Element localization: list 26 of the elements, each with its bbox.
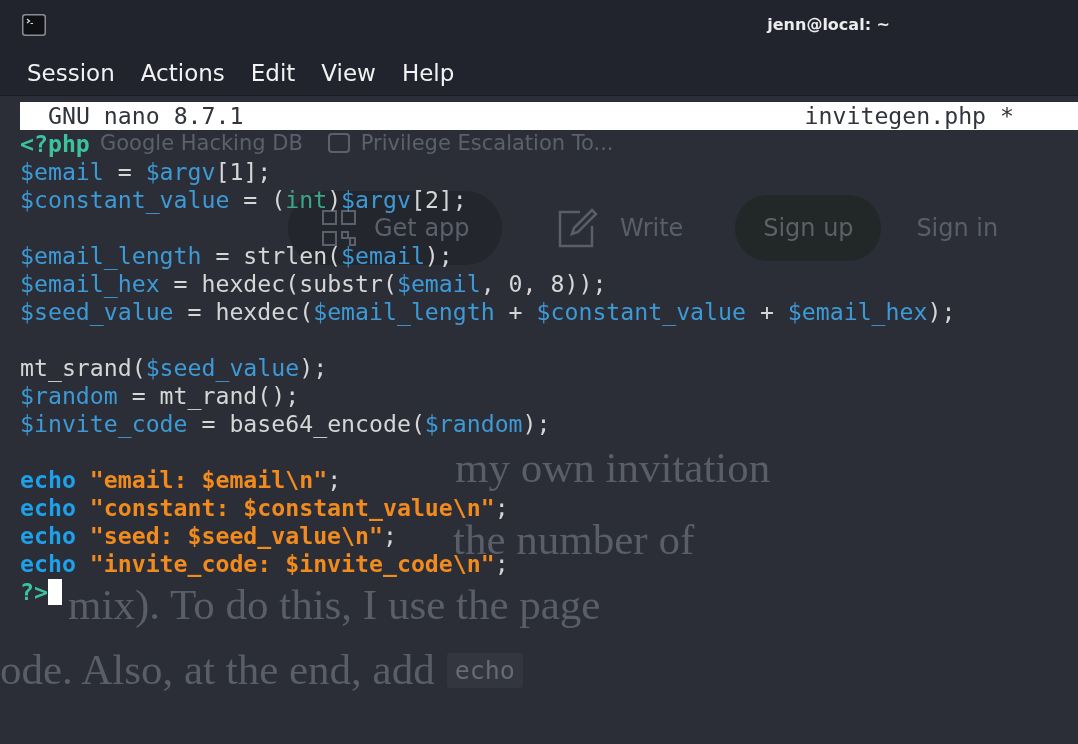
code-line: echo "constant: $constant_value\n"; bbox=[20, 494, 509, 522]
pencil-square-icon bbox=[558, 208, 598, 248]
code-line: $email = $argv[1]; bbox=[20, 158, 272, 186]
code-line: <?php bbox=[20, 130, 90, 158]
menu-item[interactable]: Help bbox=[401, 58, 455, 87]
faded-nav-text: Get app bbox=[374, 214, 470, 242]
code-line: $email_length = strlen($email); bbox=[20, 242, 453, 270]
code-line: $seed_value = hexdec($email_length + $constant_value + $email_hex); bbox=[20, 298, 956, 326]
code-line: mt_srand($seed_value); bbox=[20, 354, 328, 382]
window-title: jenn@local: ~ bbox=[767, 15, 890, 35]
menu-item[interactable]: Session bbox=[27, 58, 115, 87]
code-line: $random = mt_rand(); bbox=[20, 382, 300, 410]
code-line: echo "email: $email\n"; bbox=[20, 466, 342, 494]
code-line: $email_hex = hexdec(substr($email, 0, 8)); bbox=[20, 270, 607, 298]
faded-pill: Sign up bbox=[735, 195, 882, 261]
square-outline-icon bbox=[327, 133, 350, 153]
code-line: $invite_code = base64_encode($random); bbox=[20, 410, 551, 438]
code-line: ?> bbox=[20, 578, 48, 606]
terminal-icon bbox=[22, 14, 46, 36]
menu-item[interactable]: Actions bbox=[140, 58, 225, 87]
menu-item[interactable]: Edit bbox=[250, 58, 296, 87]
code-line: echo "seed: $seed_value\n"; bbox=[20, 522, 397, 550]
code-line: $constant_value = (int)$argv[2]; bbox=[20, 186, 467, 214]
editor-version: GNU nano 8.7.1 bbox=[48, 102, 244, 130]
menu-item[interactable]: View bbox=[321, 58, 376, 87]
file-name: invitegen.php * bbox=[804, 102, 1014, 130]
